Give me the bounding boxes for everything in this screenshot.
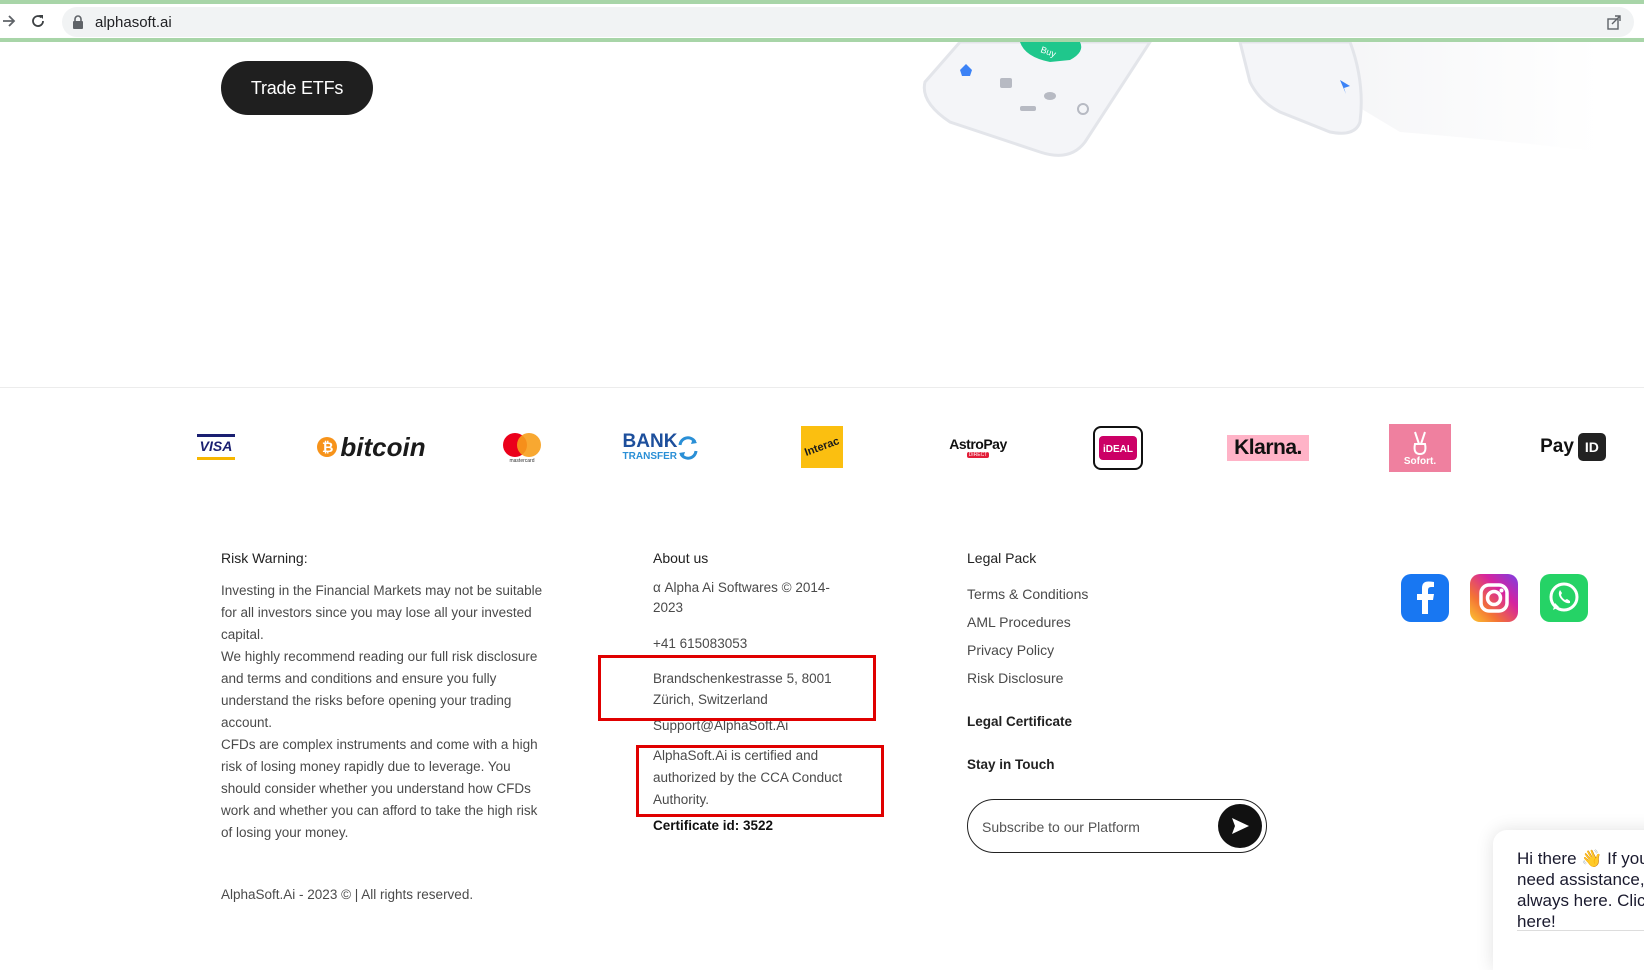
risk-warning-title: Risk Warning: [221,550,308,566]
reload-icon[interactable] [30,13,46,29]
section-divider [0,387,1644,388]
facebook-icon[interactable] [1401,574,1449,622]
phone-illustration: Buy [922,42,1600,157]
risk-disclosure-link[interactable]: Risk Disclosure [967,667,1063,689]
sofort-logo: Sofort. [1389,424,1451,472]
ideal-logo: iDEAL [1093,426,1143,470]
url-text: alphasoft.ai [95,14,172,31]
lock-icon [73,15,83,29]
forward-arrow-icon[interactable] [2,14,16,28]
subscribe-input[interactable] [980,815,1214,839]
certificate-id: Certificate id: 3522 [653,818,774,833]
aml-link[interactable]: AML Procedures [967,611,1071,633]
bitcoin-logo: ₿ bitcoin [312,430,430,464]
certification-highlight-box [636,745,884,817]
interac-logo: Interac [801,426,843,468]
chat-widget[interactable]: Hi there 👋 If you need assistance, I'm a… [1493,830,1644,970]
trade-etfs-button[interactable]: Trade ETFs [221,61,373,115]
browser-toolbar: alphasoft.ai [0,0,1644,42]
stay-in-touch-title: Stay in Touch [967,757,1055,772]
mastercard-circles [503,433,541,457]
svg-text:₿: ₿ [322,439,333,455]
whatsapp-icon[interactable] [1540,574,1588,622]
legal-pack-title: Legal Pack [967,550,1037,566]
chat-message[interactable]: Hi there 👋 If you need assistance, I'm a… [1517,848,1644,932]
mastercard-logo: mastercard [498,428,546,468]
legal-certificate-link[interactable]: Legal Certificate [967,714,1072,729]
astropay-logo: AstroPay DIRECT [949,436,1007,458]
chat-divider [1517,930,1644,931]
send-button[interactable] [1218,804,1262,848]
victory-hand-icon [1413,431,1427,455]
bitcoin-icon: ₿ [317,437,338,457]
address-bar[interactable]: alphasoft.ai [62,7,1634,37]
payid-logo: Pay ID [1540,432,1606,462]
subscribe-form [967,799,1267,853]
phone-number: +41 615083053 [653,636,748,651]
address-highlight-box [598,655,876,721]
privacy-link[interactable]: Privacy Policy [967,639,1054,661]
bank-transfer-logo: BANK TRANSFER [618,431,704,465]
send-arrow-icon [1232,818,1249,834]
copyright-text: AlphaSoft.Ai - 2023 © | All rights reser… [221,887,474,902]
share-icon[interactable] [1606,14,1622,30]
instagram-icon[interactable] [1470,574,1518,622]
transfer-arrows-icon [678,436,698,460]
klarna-logo: Klarna. [1227,435,1309,461]
company-text: α Alpha Ai Softwares © 2014-2023 [653,580,830,615]
risk-warning-text: Investing in the Financial Markets may n… [221,583,543,840]
terms-link[interactable]: Terms & Conditions [967,583,1088,605]
visa-logo: VISA [190,432,242,462]
about-us-title: About us [653,550,709,566]
